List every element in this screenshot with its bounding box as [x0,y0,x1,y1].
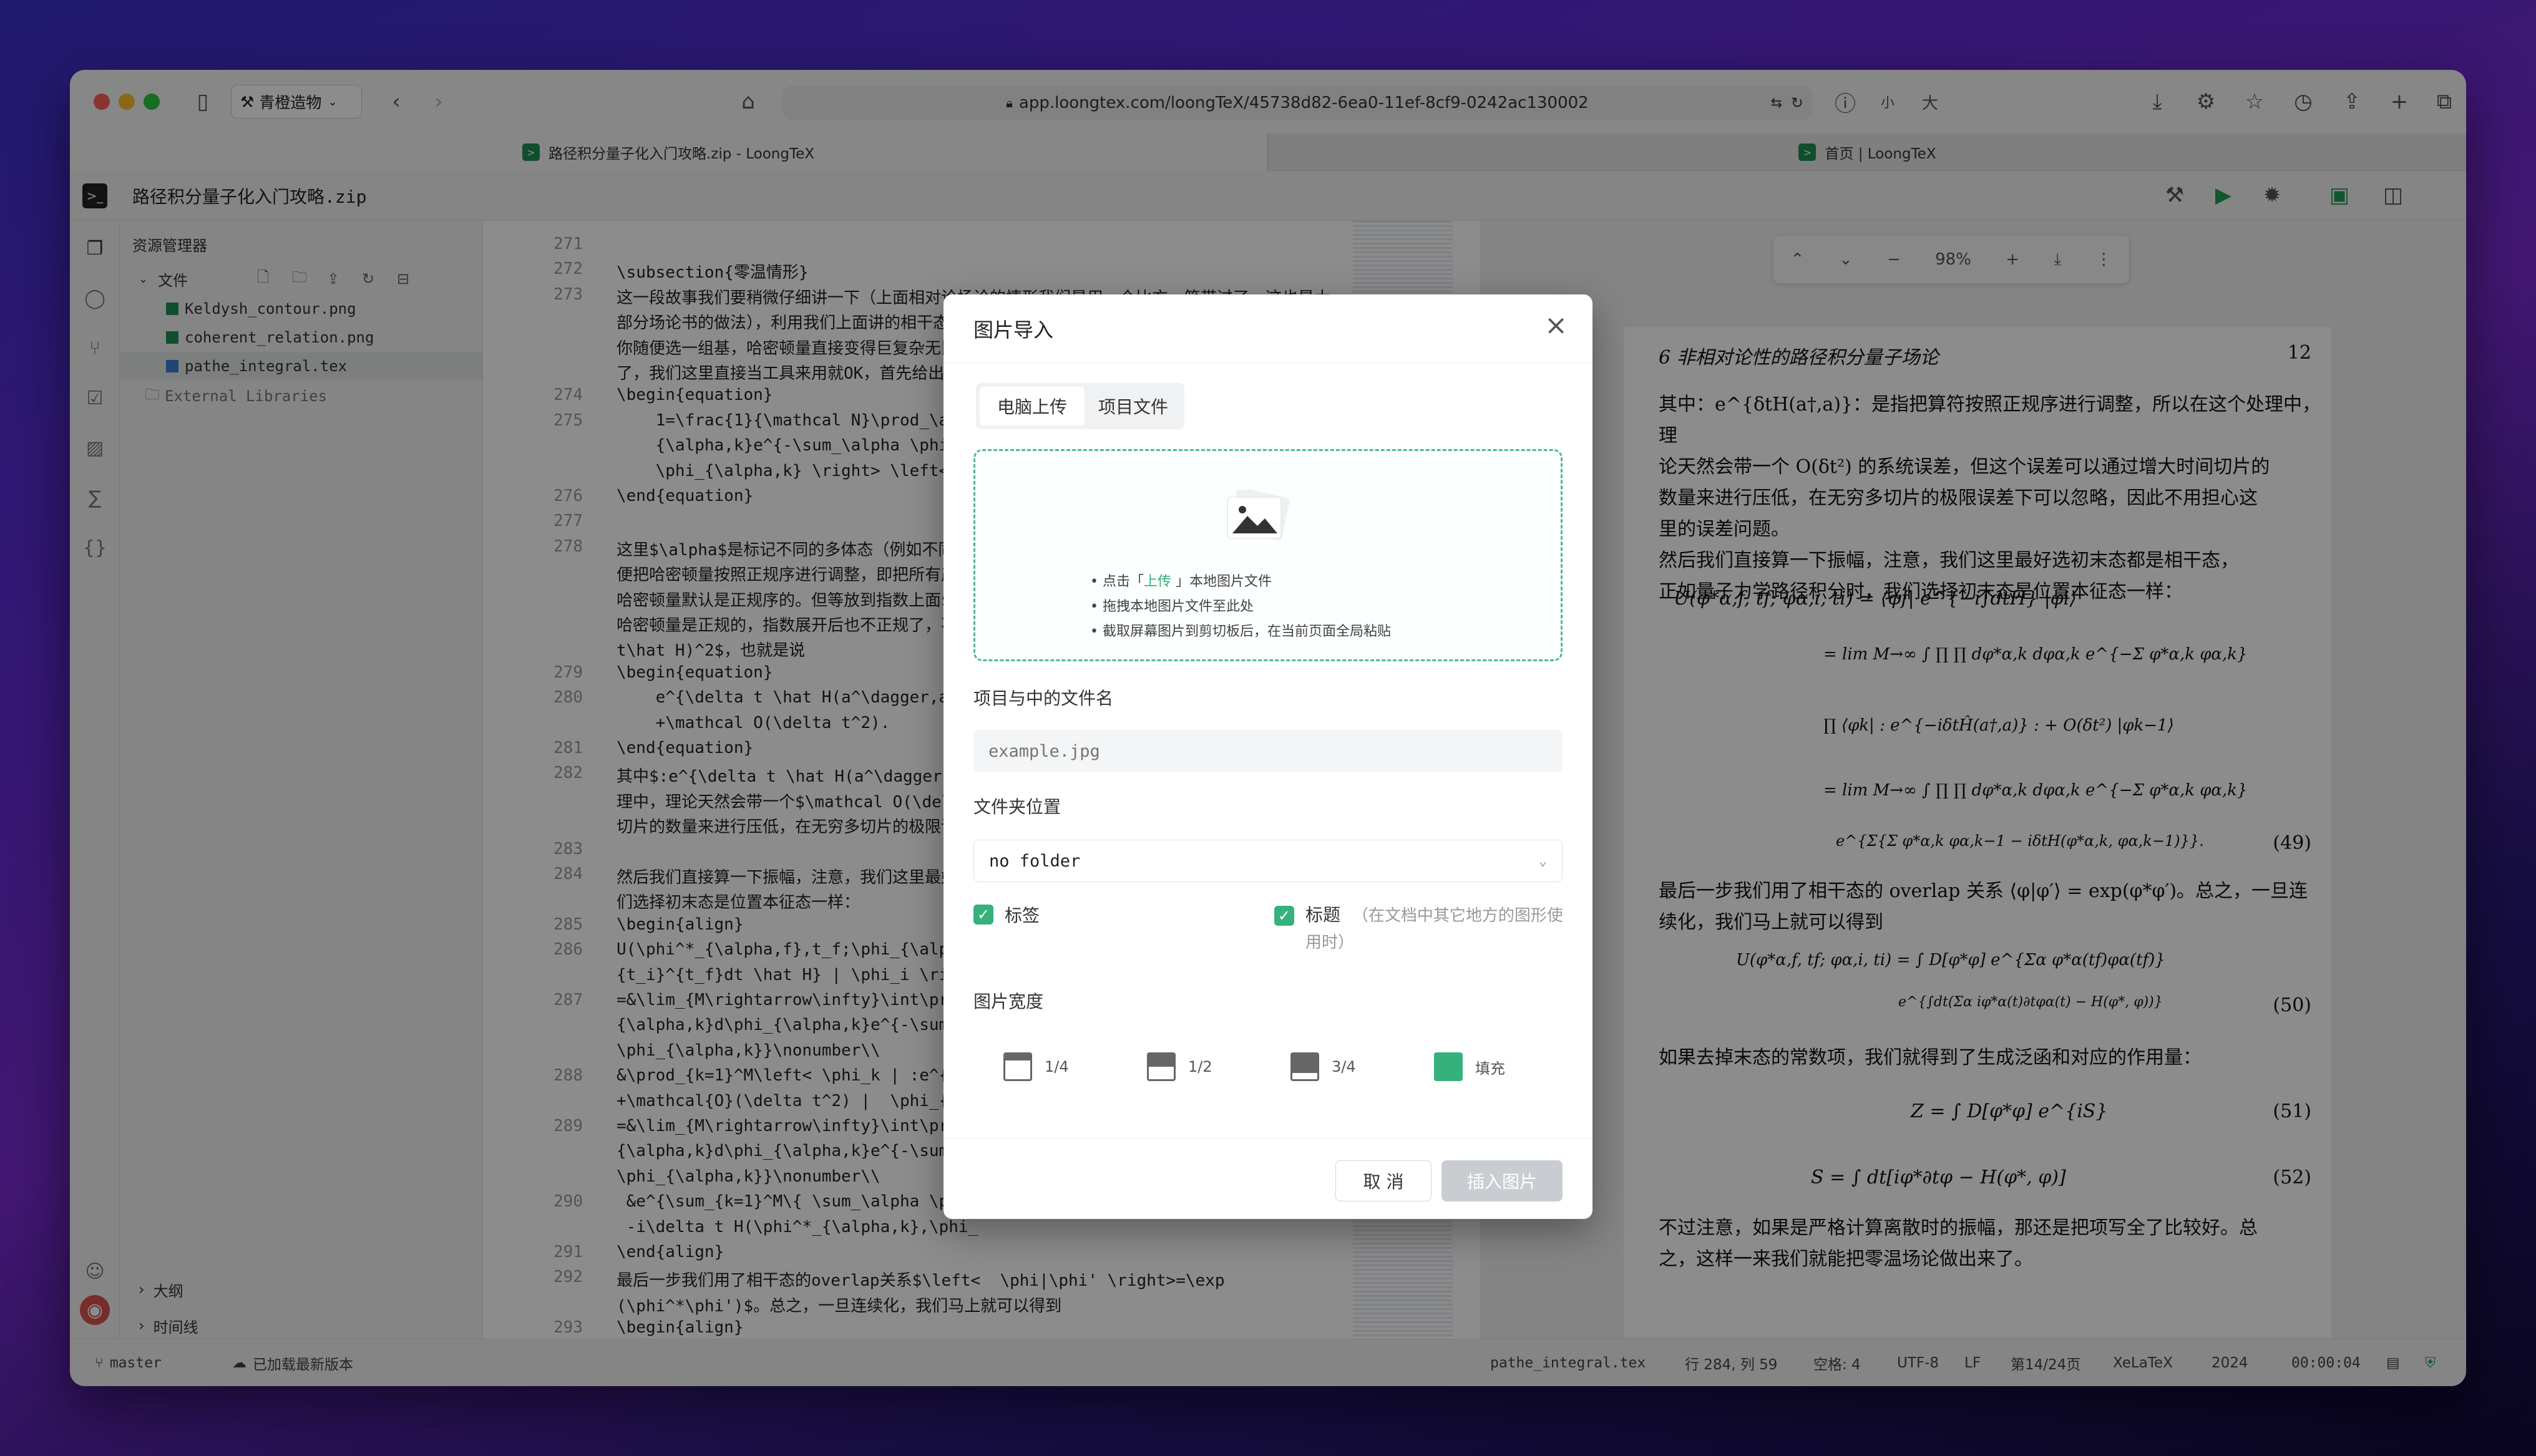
width-three-quarter-icon [1290,1052,1319,1081]
drop-hints: • 点击「上传 」本地图片文件 • 拖拽本地图片文件至此处 • 截取屏幕图片到剪… [1090,570,1391,644]
folder-select[interactable]: no folder ⌄ [973,840,1563,882]
width-option-fill[interactable]: 填充 [1434,1048,1505,1085]
check-icon[interactable]: ✓ [1274,906,1294,926]
folder-label: 文件夹位置 [973,797,1061,817]
dialog-header: 图片导入 × [944,294,1592,363]
filename-input[interactable] [973,730,1563,772]
width-fill-icon [1434,1052,1463,1081]
folder-value: no folder [989,851,1081,871]
width-option-half[interactable]: 1/2 [1147,1048,1212,1085]
drop-zone[interactable]: • 点击「上传 」本地图片文件 • 拖拽本地图片文件至此处 • 截取屏幕图片到剪… [973,449,1563,661]
width-option-three-quarter[interactable]: 3/4 [1290,1048,1356,1085]
tab-upload[interactable]: 电脑上传 [980,387,1085,425]
drop-hint: • 拖拽本地图片文件至此处 [1090,599,1254,614]
width-option-label: 填充 [1475,1059,1505,1077]
checkbox-label: 标题 [1305,905,1341,925]
drop-hint: • 点击「上传 」本地图片文件 [1090,574,1272,590]
width-label: 图片宽度 [973,991,1044,1012]
hint-text: 点击「 [1102,574,1144,590]
caption-checkbox[interactable]: ✓ 标题 （在文档中其它地方的图形使用时） [1274,902,1568,956]
width-option-label: 1/4 [1045,1058,1069,1075]
hint-text: 」本地图片文件 [1171,574,1272,590]
image-placeholder-icon [1224,487,1292,543]
dialog-title: 图片导入 [973,318,1054,342]
cancel-button[interactable]: 取 消 [1335,1160,1431,1201]
upload-link[interactable]: 上传 [1144,574,1171,590]
drop-hint: • 截取屏幕图片到剪切板后，在当前页面全局粘贴 [1090,624,1391,639]
hint-text: 拖拽本地图片文件至此处 [1102,599,1254,614]
image-import-dialog: 图片导入 × 电脑上传 项目文件 • 点击「上传 」本地图片文件 • 拖拽本地图… [944,294,1592,1219]
width-option-label: 3/4 [1332,1058,1356,1075]
tab-project-files[interactable]: 项目文件 [1086,387,1181,425]
hint-text: 截取屏幕图片到剪切板后，在当前页面全局粘贴 [1102,624,1391,639]
width-half-icon [1147,1052,1176,1081]
insert-image-button[interactable]: 插入图片 [1441,1160,1563,1201]
checkbox-label: 标签 [1005,905,1040,926]
close-icon[interactable]: × [1544,309,1568,341]
checkbox-note: （在文档中其它地方的图形使用时） [1305,906,1563,952]
width-quarter-icon [1003,1052,1032,1081]
width-option-quarter[interactable]: 1/4 [1003,1048,1069,1085]
chevron-down-icon: ⌄ [1538,853,1547,869]
width-option-label: 1/2 [1188,1058,1212,1075]
check-icon[interactable]: ✓ [973,905,993,925]
label-checkbox[interactable]: ✓ 标签 [973,902,1040,927]
filename-label: 项目与中的文件名 [973,688,1114,709]
